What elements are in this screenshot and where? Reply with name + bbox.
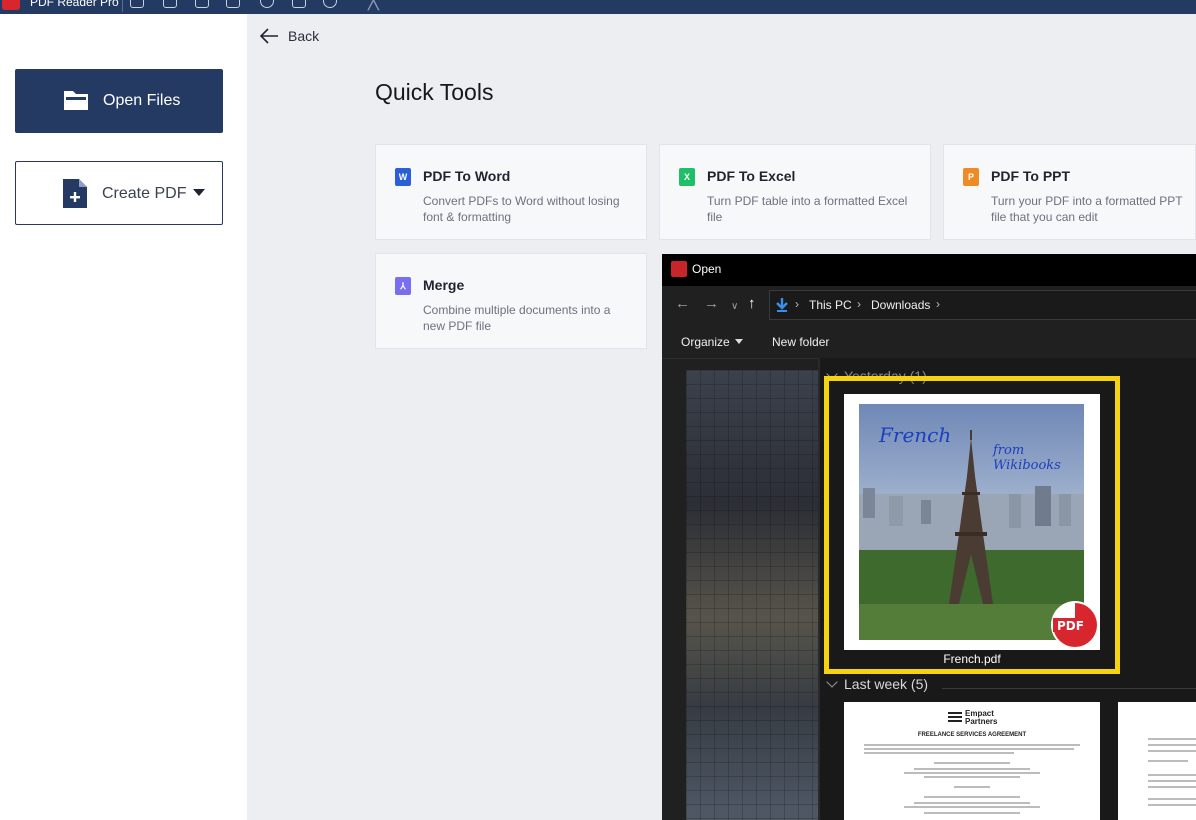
recent-locations-icon[interactable]: ∨ [731, 298, 738, 316]
tool-card-desc: Convert PDFs to Word without losing font… [423, 194, 620, 224]
app-title: PDF Reader Pro [30, 0, 119, 9]
sidebar: Open Files Create PDF [0, 14, 247, 820]
pdf-badge-icon: PDF [1051, 601, 1099, 649]
group-header-last-week[interactable]: Last week (5) [826, 676, 928, 692]
share-icon[interactable] [195, 0, 209, 8]
new-folder-button[interactable]: New folder [772, 335, 829, 349]
create-pdf-button[interactable]: Create PDF [15, 161, 223, 225]
new-file-icon [63, 179, 87, 208]
organize-label: Organize [681, 335, 730, 349]
chevron-right-icon: › [936, 297, 940, 311]
app-logo-icon [671, 261, 687, 277]
dialog-navbar: ← → ∨ ↑ › This PC › Downloads › [662, 288, 1196, 322]
page-title: Quick Tools [375, 79, 494, 105]
open-files-label: Open Files [103, 92, 181, 109]
empact-logo-icon [948, 712, 962, 724]
tool-card-desc: Turn PDF table into a formatted Excel fi… [707, 194, 908, 224]
ppt-icon: P [963, 168, 979, 186]
organize-button[interactable]: Organize [681, 335, 743, 349]
arrow-left-icon [259, 28, 278, 44]
breadcrumb-this-pc[interactable]: This PC [809, 298, 852, 312]
pdf-badge-label: PDF [1057, 619, 1084, 633]
cover-title: French [878, 423, 951, 447]
app-logo-icon [2, 0, 20, 10]
cover-subtitle: from [992, 443, 1024, 458]
file-tile-agreement[interactable]: Empact Partners FREELANCE SERVICES AGREE… [844, 702, 1100, 820]
chevron-down-icon [734, 339, 743, 344]
dialog-toolbar: Organize New folder [662, 324, 1196, 359]
breadcrumb-downloads[interactable]: Downloads [871, 298, 930, 312]
nav-forward-icon[interactable]: → [704, 295, 719, 313]
merge-icon: ⅄ [395, 277, 411, 295]
tool-card-pdf-to-ppt[interactable]: P PDF To PPT Turn your PDF into a format… [943, 144, 1196, 240]
open-file-dialog: Open ← → ∨ ↑ › This PC › Downloads › Org… [662, 254, 1196, 820]
tool-card-pdf-to-word[interactable]: W PDF To Word Convert PDFs to Word witho… [375, 144, 647, 240]
file-name-french-pdf[interactable]: French.pdf [844, 652, 1100, 666]
chevron-right-icon: › [857, 297, 861, 311]
close-tab-icon[interactable]: ╳ [368, 0, 379, 9]
file-tile-french-pdf[interactable]: French from Wikibooks PDF [844, 394, 1100, 650]
print-icon[interactable] [226, 0, 240, 8]
tool-card-title: PDF To Word [423, 168, 511, 184]
word-icon: W [395, 168, 411, 186]
file-tile-document[interactable] [1118, 702, 1196, 820]
tool-card-title: PDF To PPT [991, 168, 1071, 184]
navigation-pane-blurred[interactable] [686, 370, 818, 820]
sign-icon[interactable] [292, 0, 306, 8]
tool-card-desc: Turn your PDF into a formatted PPT file … [991, 194, 1183, 224]
excel-icon: X [679, 168, 695, 186]
tool-card-pdf-to-excel[interactable]: X PDF To Excel Turn PDF table into a for… [659, 144, 931, 240]
dialog-title: Open [692, 262, 722, 276]
nav-back-icon[interactable]: ← [675, 295, 690, 313]
save-icon[interactable] [163, 0, 177, 8]
group-divider [942, 688, 1196, 689]
folder-icon [64, 91, 88, 110]
tool-card-title: Merge [423, 277, 465, 293]
chevron-right-icon: › [795, 297, 799, 311]
create-pdf-label: Create PDF [102, 185, 187, 202]
dialog-titlebar: Open [662, 254, 1196, 286]
tool-card-title: PDF To Excel [707, 168, 796, 184]
back-label: Back [288, 28, 320, 44]
info-icon[interactable] [260, 0, 274, 8]
doc-heading: FREELANCE SERVICES AGREEMENT [917, 732, 1027, 738]
open-files-button[interactable]: Open Files [15, 69, 223, 133]
toolbar-separator [122, 0, 123, 12]
chevron-down-icon[interactable] [193, 189, 205, 196]
app-titlebar: PDF Reader Pro ╳ [0, 0, 1196, 14]
file-list: Yesterday (1) French from Wikibooks PDF … [820, 358, 1196, 820]
doc-logo-text: Partners [965, 717, 998, 726]
download-icon [776, 298, 788, 312]
settings-icon[interactable] [323, 0, 337, 8]
tool-card-merge[interactable]: ⅄ Merge Combine multiple documents into … [375, 253, 647, 349]
address-bar[interactable]: › This PC › Downloads › [769, 290, 1196, 320]
edit-icon[interactable] [130, 0, 144, 8]
nav-up-icon[interactable]: ↑ [748, 295, 756, 313]
cover-subtitle: Wikibooks [993, 458, 1061, 473]
tool-card-desc: Combine multiple documents into a new PD… [423, 303, 611, 333]
